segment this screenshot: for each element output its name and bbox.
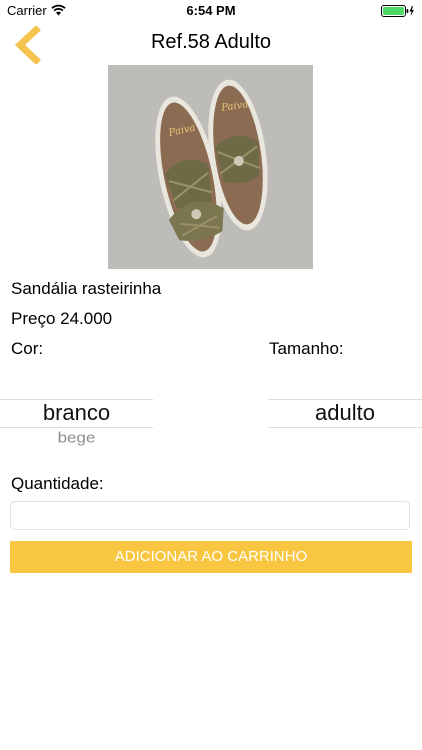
battery-icon	[381, 5, 414, 17]
size-picker[interactable]: adulto	[268, 385, 422, 450]
picker-divider-bottom	[0, 427, 153, 428]
color-picker-selected[interactable]: branco	[0, 400, 153, 426]
status-bar: Carrier 6:54 PM	[0, 0, 422, 22]
product-price: Preço 24.000	[11, 309, 113, 328]
picker-divider-bottom	[268, 427, 422, 428]
size-label: Tamanho:	[269, 339, 344, 358]
quantity-label: Quantidade:	[11, 474, 104, 493]
product-image: Paiva Paiva	[108, 65, 313, 269]
color-picker-option[interactable]: bege	[0, 430, 153, 447]
navigation-bar: Ref.58 Adulto	[0, 22, 422, 66]
sandal-photo: Paiva Paiva	[108, 65, 313, 269]
add-to-cart-button[interactable]: ADICIONAR AO CARRINHO	[10, 541, 412, 573]
product-name: Sandália rasteirinha	[11, 279, 162, 298]
size-picker-selected[interactable]: adulto	[268, 400, 422, 426]
quantity-input[interactable]	[10, 501, 410, 530]
status-time: 6:54 PM	[186, 3, 236, 18]
color-label: Cor:	[11, 339, 44, 358]
page-title: Ref.58 Adulto	[150, 31, 272, 53]
color-picker[interactable]: branco bege	[0, 385, 153, 450]
